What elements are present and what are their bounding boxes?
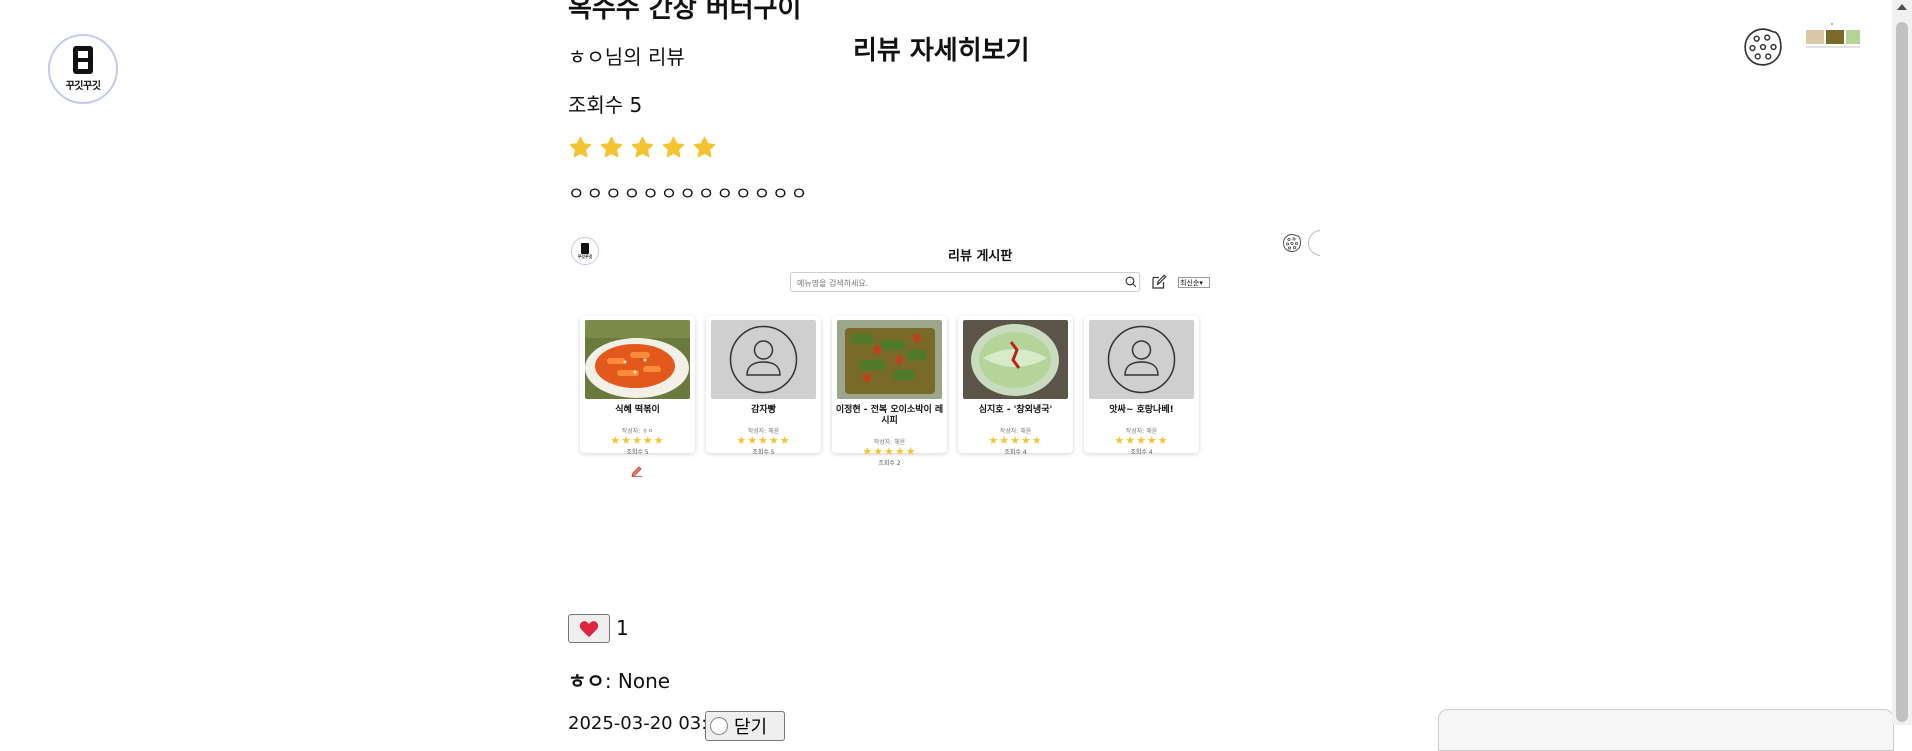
star-icon xyxy=(662,136,685,158)
embedded-sort-label: 최신순 xyxy=(1180,279,1200,287)
comment-separator: : xyxy=(604,669,618,693)
fridge-icon xyxy=(581,242,589,254)
embedded-logo: 꾸깃꾸깃 xyxy=(571,237,599,265)
recipe-title: 옥수수 간장 버터구이 xyxy=(568,0,802,24)
card-name: 감자빵 xyxy=(751,405,776,415)
embedded-review-card: 이정현 - 전복 오이소박이 레시피 작성자: 해윤 ★★★★★ 조회수 2 xyxy=(832,316,947,467)
embedded-board-title: 리뷰 게시판 xyxy=(948,249,1013,264)
rating-stars xyxy=(568,135,717,160)
site-logo[interactable]: 꾸깃꾸깃 xyxy=(48,34,118,104)
star-icon xyxy=(569,136,592,158)
radio-icon xyxy=(710,717,728,735)
cookie-icon[interactable] xyxy=(1742,26,1784,68)
card-stars: ★★★★★ xyxy=(736,434,791,447)
embedded-sort-select: 최신순▾ xyxy=(1178,277,1210,288)
star-icon xyxy=(693,136,716,158)
heart-icon xyxy=(579,620,599,637)
embedded-logo-text: 꾸깃꾸깃 xyxy=(577,253,593,259)
embedded-avatar xyxy=(1308,230,1320,256)
embedded-search-input: 메뉴명을 검색하세요. xyxy=(790,272,1140,292)
close-label: 닫기 xyxy=(734,717,768,738)
embedded-review-card: 앗싸~ 호랑나베! 작성자: 해윤 ★★★★★ 조회수 4 xyxy=(1084,316,1199,456)
profile-image[interactable] xyxy=(1800,20,1864,60)
card-image-kimchi xyxy=(837,320,942,399)
review-author: ㅎㅇ님의 리뷰 xyxy=(568,45,685,69)
scroll-thumb[interactable] xyxy=(1896,22,1908,722)
card-views: 조회수 5 xyxy=(752,449,775,456)
close-button[interactable]: 닫기 xyxy=(705,711,785,741)
review-body: ㅇㅇㅇㅇㅇㅇㅇㅇㅇㅇㅇㅇㅇ xyxy=(568,184,810,205)
card-stars: ★★★★★ xyxy=(1114,434,1169,447)
edit-icon xyxy=(1152,274,1167,289)
user-placeholder-icon xyxy=(711,320,816,399)
embedded-review-card: 식혜 떡볶이 작성자: ㅎㅇ ★★★★★ 조회수 5 xyxy=(580,316,695,456)
card-views: 조회수 4 xyxy=(1004,449,1027,456)
comment-item: ㅎㅇ: None xyxy=(568,665,670,694)
review-image: 꾸깃꾸깃 리뷰 게시판 메뉴명을 검색하세요. 최신순▾ 식혜 떡볶이 작성자:… xyxy=(568,225,1320,495)
logo-text: 꾸깃꾸깃 xyxy=(65,81,101,92)
card-image-tteokbokki xyxy=(585,320,690,399)
fridge-icon xyxy=(73,46,93,74)
card-stars: ★★★★★ xyxy=(862,445,917,458)
comment-author: ㅎㅇ xyxy=(568,669,605,693)
page-title: 리뷰 자세히보기 xyxy=(853,36,1030,66)
card-name: 이정현 - 전복 오이소박이 레시피 xyxy=(835,405,944,426)
scrollbar[interactable] xyxy=(1892,0,1912,725)
cookie-icon xyxy=(1283,234,1301,252)
like-count: 1 xyxy=(616,616,629,640)
card-name: 앗싸~ 호랑나베! xyxy=(1109,405,1174,415)
card-stars: ★★★★★ xyxy=(988,434,1043,447)
card-name: 심지호 - '창외냉국' xyxy=(978,405,1053,415)
card-stars: ★★★★★ xyxy=(610,434,665,447)
embedded-review-card: 감자빵 작성자: 해윤 ★★★★★ 조회수 5 xyxy=(706,316,821,456)
comment-text: None xyxy=(617,669,671,693)
review-views: 조회수 5 xyxy=(568,93,643,117)
scroll-up-icon[interactable] xyxy=(1897,4,1907,10)
bottom-panel xyxy=(1438,709,1894,751)
embedded-review-card: 심지호 - '창외냉국' 작성자: 해윤 ★★★★★ 조회수 4 xyxy=(958,316,1073,456)
search-icon xyxy=(1125,276,1137,288)
card-views: 조회수 2 xyxy=(878,460,901,467)
card-views: 조회수 5 xyxy=(626,449,649,456)
card-image-soup xyxy=(963,320,1068,399)
pencil-icon xyxy=(631,466,642,477)
card-views: 조회수 4 xyxy=(1130,449,1153,456)
star-icon xyxy=(631,136,654,158)
card-name: 식혜 떡볶이 xyxy=(615,405,660,415)
star-icon xyxy=(600,136,623,158)
user-placeholder-icon xyxy=(1089,320,1194,399)
like-button[interactable] xyxy=(568,614,610,643)
